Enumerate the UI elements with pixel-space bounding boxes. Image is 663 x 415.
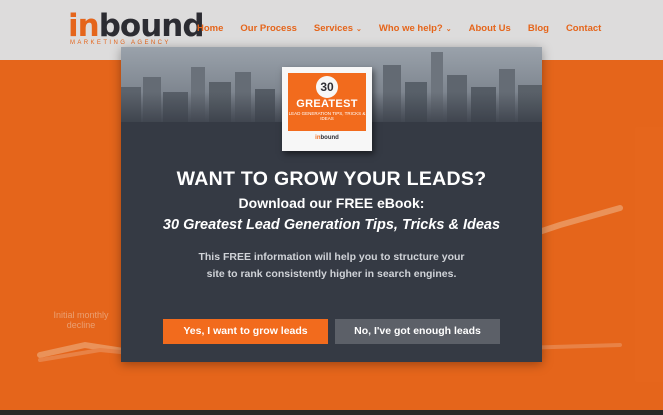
ebook-subtitle: LEAD GENERATION TIPS, TRICKS & IDEAS <box>288 111 366 121</box>
popup-subheadline: Download our FREE eBook: <box>238 195 425 211</box>
popup-book-title: 30 Greatest Lead Generation Tips, Tricks… <box>162 217 501 233</box>
ebook-cover-image: 30 GREATEST LEAD GENERATION TIPS, TRICKS… <box>282 67 372 151</box>
decline-button[interactable]: No, I've got enough leads <box>335 319 500 344</box>
accept-button[interactable]: Yes, I want to grow leads <box>163 319 328 344</box>
ebook-title: GREATEST <box>296 98 358 110</box>
lead-popup: 30 GREATEST LEAD GENERATION TIPS, TRICKS… <box>121 47 542 362</box>
ebook-brand: inbound <box>315 135 339 141</box>
popup-headline: WANT TO GROW YOUR LEADS? <box>176 168 487 190</box>
popup-body-text: This FREE information will help you to s… <box>198 251 465 280</box>
ebook-number: 30 <box>316 76 338 98</box>
